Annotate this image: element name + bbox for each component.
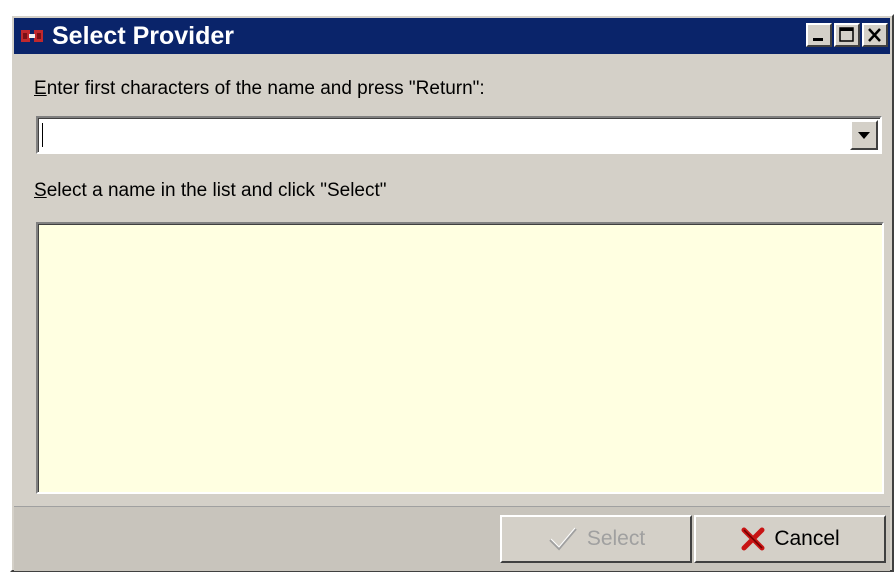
title-bar[interactable]: Select Provider <box>14 18 890 54</box>
red-x-icon <box>741 527 765 551</box>
maximize-button[interactable] <box>834 23 860 47</box>
chevron-down-icon <box>858 132 870 139</box>
select-button-label: Select <box>586 527 646 550</box>
provider-name-input[interactable] <box>40 120 844 148</box>
minimize-icon <box>813 38 823 41</box>
cancel-button-label: Cancel <box>774 527 840 550</box>
provider-list-frame <box>38 224 882 492</box>
combobox-dropdown-button[interactable] <box>850 120 878 150</box>
window-controls <box>804 23 888 49</box>
search-label: Enter first characters of the name and p… <box>34 78 485 100</box>
cancel-button[interactable]: Cancel <box>694 515 886 563</box>
list-label: Select a name in the list and click "Sel… <box>34 180 387 202</box>
select-provider-dialog: Select Provider Enter first characters o… <box>10 14 894 572</box>
text-caret <box>42 123 43 147</box>
close-button[interactable] <box>862 23 888 47</box>
checkmark-icon <box>549 527 577 551</box>
search-label-text: nter first characters of the name and pr… <box>46 78 485 99</box>
search-label-accelerator: E <box>34 78 47 99</box>
close-icon <box>868 28 881 42</box>
window-title: Select Provider <box>52 22 235 50</box>
select-button[interactable]: Select <box>500 515 692 563</box>
maximize-icon <box>839 27 854 42</box>
button-bar: Select Cancel <box>14 506 890 571</box>
list-label-text: elect a name in the list and click "Sele… <box>46 180 387 201</box>
provider-name-combobox[interactable] <box>36 116 882 154</box>
minimize-button[interactable] <box>806 23 832 47</box>
provider-app-icon <box>20 26 44 46</box>
provider-list[interactable] <box>36 222 884 494</box>
list-label-accelerator: S <box>34 180 47 201</box>
